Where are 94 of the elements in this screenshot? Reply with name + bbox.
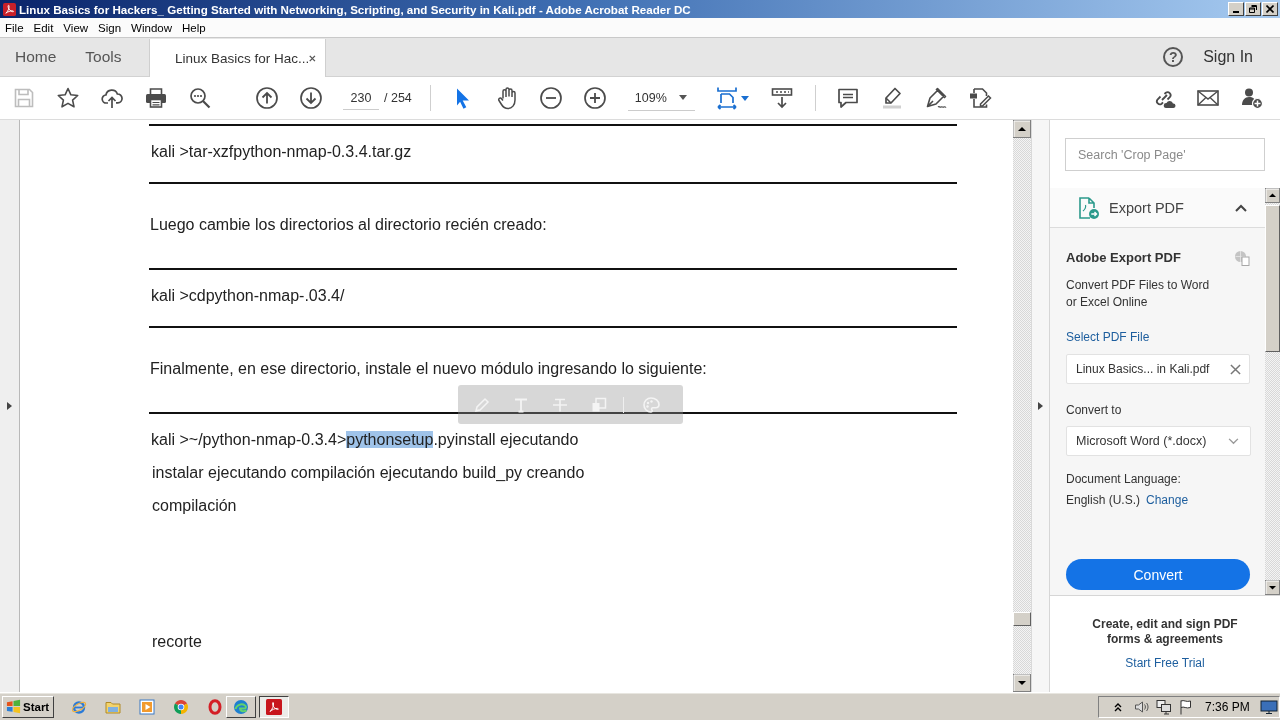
copy-icon[interactable] xyxy=(590,395,608,414)
pdf-app-icon xyxy=(3,2,16,16)
speech-bubble-icon[interactable] xyxy=(835,86,860,110)
wave-circle-icon xyxy=(233,698,249,715)
document-pen-icon[interactable] xyxy=(967,86,992,110)
scroll-down-icon[interactable] xyxy=(769,86,794,110)
minimize-button[interactable] xyxy=(1228,2,1244,16)
caret-right-icon xyxy=(1038,402,1043,410)
chevron-up-icon[interactable] xyxy=(1235,203,1247,212)
sign-in-button[interactable]: Sign In xyxy=(1203,48,1253,66)
change-link[interactable]: Change xyxy=(1146,492,1189,509)
field-label: Convert to xyxy=(1066,402,1122,419)
start-button[interactable]: Start xyxy=(2,695,54,718)
file-name-text: Linux Basics... in Kali.pdf xyxy=(1076,362,1210,376)
scroll-down-button[interactable] xyxy=(1013,674,1031,692)
close-button[interactable] xyxy=(1262,2,1278,16)
nav-tab[interactable]: Tools xyxy=(70,38,137,76)
plus-circle-icon[interactable] xyxy=(582,86,607,110)
section-title: Export PDF xyxy=(1109,199,1184,216)
command-text: kali >cdpython-nmap-.03.4/ xyxy=(151,286,345,306)
color-wheel-icon[interactable] xyxy=(173,698,189,715)
print-icon[interactable] xyxy=(144,86,168,110)
scroll-up-button[interactable] xyxy=(1013,120,1031,138)
close-icon[interactable] xyxy=(309,53,317,63)
help-button[interactable]: ? xyxy=(1163,47,1184,67)
browser-icon[interactable] xyxy=(71,698,87,715)
page-number-field[interactable]: 230 xyxy=(343,86,379,110)
taskbar-button[interactable] xyxy=(259,695,289,718)
flag-icon[interactable] xyxy=(1178,698,1194,715)
close-icon[interactable] xyxy=(1230,363,1241,375)
page-width-icon[interactable] xyxy=(714,86,739,110)
convert-button[interactable]: Convert xyxy=(1066,559,1250,590)
window-title: Linux Basics for Hackers_ Getting Started with Networking, Scripting, and Security in Kali.pdf - Adobe Acrobat Reader DC xyxy=(19,2,692,16)
file-field[interactable]: Linux Basics... in Kali.pdf xyxy=(1066,354,1250,384)
panel-heading: Adobe Export PDF xyxy=(1066,249,1181,267)
language-text: English (U.S.) xyxy=(1066,492,1141,509)
search-field[interactable]: Search 'Crop Page' xyxy=(1065,138,1265,171)
pencil-icon[interactable] xyxy=(473,395,491,414)
paragraph-text: recorte xyxy=(152,632,202,652)
clock-text[interactable]: 7:36 PM xyxy=(1205,699,1250,714)
nav-tab[interactable]: Home xyxy=(0,38,71,76)
free-trial-link[interactable]: Start Free Trial xyxy=(1125,656,1205,671)
output-text: compilación xyxy=(152,496,237,516)
close-icon xyxy=(1266,5,1274,13)
scroll-down-button[interactable] xyxy=(1265,580,1280,595)
right-pane-toggle[interactable] xyxy=(1031,120,1049,692)
menu-item[interactable]: Sign xyxy=(93,21,127,34)
caret-down-icon[interactable] xyxy=(740,95,749,101)
palette-icon[interactable] xyxy=(642,395,660,414)
ring-icon[interactable] xyxy=(207,698,223,715)
scroll-up-button[interactable] xyxy=(1265,188,1280,203)
network-icon[interactable] xyxy=(1156,698,1172,715)
promo-text: Create, edit and sign PDF forms & agreements xyxy=(1091,617,1239,647)
chevron-down-icon xyxy=(1228,437,1239,445)
menu-item[interactable]: Help xyxy=(177,21,211,34)
description-text: Convert PDF Files to Word or Excel Online xyxy=(1066,277,1211,311)
caret-right-icon xyxy=(7,402,12,410)
search-icon[interactable] xyxy=(188,86,212,110)
panel-scrollbar[interactable] xyxy=(1265,188,1280,595)
menu-item[interactable]: View xyxy=(58,21,94,34)
menu-item[interactable]: Edit xyxy=(28,21,59,34)
zoom-field[interactable]: 109% xyxy=(627,85,695,111)
pdf-icon xyxy=(266,698,282,715)
left-pane-toggle[interactable] xyxy=(0,120,20,692)
restore-icon xyxy=(1249,5,1257,13)
paragraph-text: Luego cambie los directorios al directorio recién creado: xyxy=(150,215,547,235)
cloud-upload-icon[interactable] xyxy=(100,86,124,110)
document-tab[interactable]: Linux Basics for Hac... xyxy=(149,39,327,77)
flag-logo-icon xyxy=(6,699,21,714)
paragraph-text: Finalmente, en ese directorio, instale el nuevo módulo ingresando lo siguiente: xyxy=(150,359,707,379)
command-text: kali >~/python-nmap-0.3.4>pythonsetup.pyinstall ejecutando xyxy=(151,430,579,450)
arrow-down-circle-icon[interactable] xyxy=(299,86,323,110)
caret-down-icon xyxy=(678,95,687,100)
add-user-icon[interactable] xyxy=(1240,86,1264,110)
play-icon[interactable] xyxy=(139,698,155,715)
page-count-text: / 254 xyxy=(384,91,412,105)
menu-item[interactable]: File xyxy=(0,21,29,34)
scrollbar-thumb[interactable] xyxy=(1013,612,1031,626)
vertical-scrollbar[interactable] xyxy=(1013,120,1031,692)
field-label: Document Language: xyxy=(1066,471,1181,488)
export-document-icon xyxy=(1076,195,1100,220)
monitor-icon[interactable] xyxy=(1259,698,1278,715)
star-icon[interactable] xyxy=(56,86,80,110)
command-text: kali >tar-xzfpython-nmap-0.3.4.tar.gz xyxy=(151,142,412,162)
output-text: instalar ejecutando compilación ejecutando build_py creando xyxy=(152,463,585,483)
minus-circle-icon[interactable] xyxy=(538,86,563,110)
export-pdf-header[interactable]: Export PDF xyxy=(1050,188,1265,228)
speaker-icon[interactable] xyxy=(1134,698,1150,715)
scrollbar-thumb[interactable] xyxy=(1265,205,1280,352)
arrow-up-circle-icon[interactable] xyxy=(255,86,279,110)
select-file-link[interactable]: Select PDF File xyxy=(1066,329,1150,346)
menu-item[interactable]: Window xyxy=(126,21,177,34)
format-dropdown[interactable]: Microsoft Word (*.docx) xyxy=(1066,426,1251,456)
restore-button[interactable] xyxy=(1245,2,1261,16)
